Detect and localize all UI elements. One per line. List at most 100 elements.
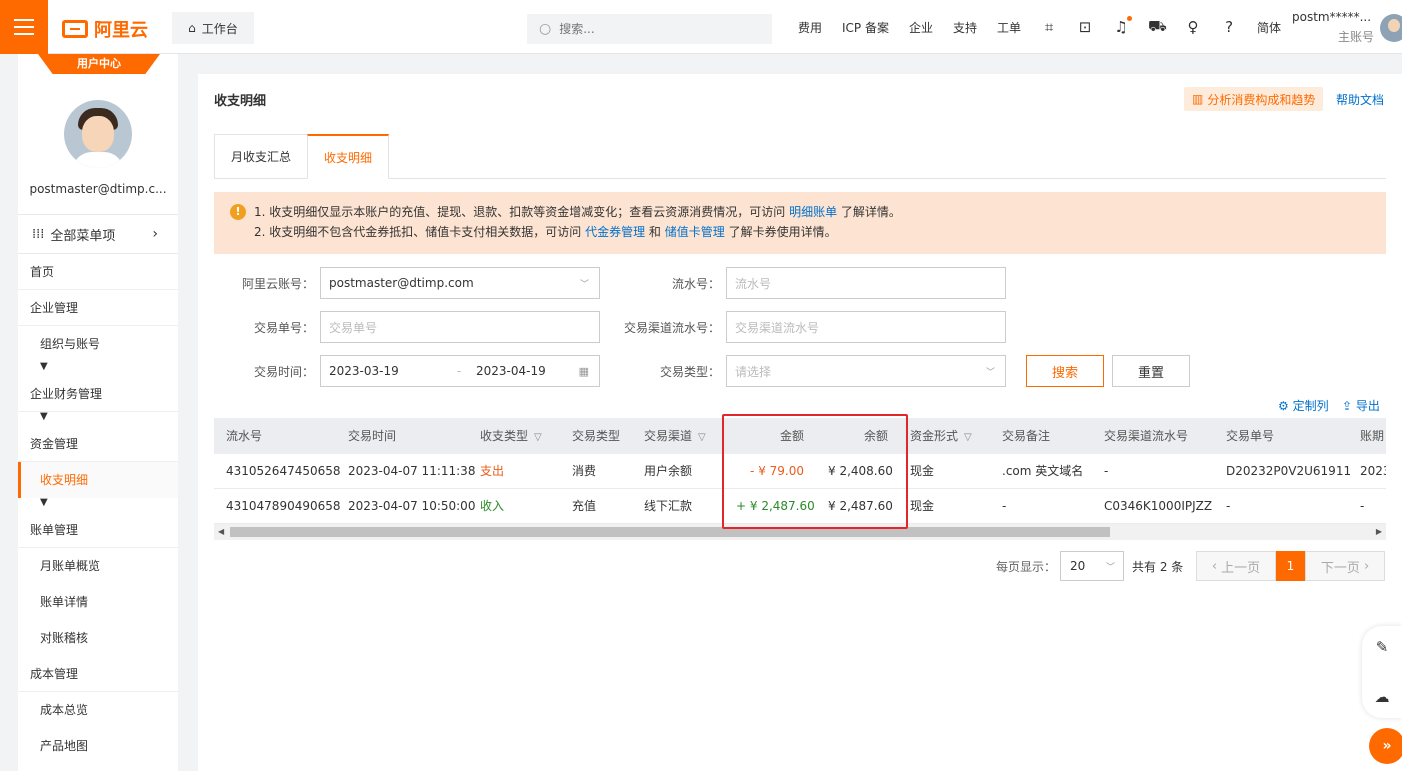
search-input[interactable] bbox=[559, 22, 740, 36]
chevron-left-icon: ‹ bbox=[1211, 558, 1222, 574]
channel-serial-input[interactable]: 交易渠道流水号 bbox=[726, 311, 1006, 343]
nav-support[interactable]: 支持 bbox=[953, 19, 977, 36]
filing-icon[interactable]: ⌗ bbox=[1040, 18, 1058, 36]
nav-fees[interactable]: 费用 bbox=[798, 19, 822, 36]
page-size-select[interactable]: 20 ﹀ bbox=[1060, 551, 1124, 581]
row-channel: 用户余额 bbox=[644, 464, 693, 478]
notice-text: 了解卡券使用详情。 bbox=[724, 225, 837, 239]
voucher-link[interactable]: 代金券管理 bbox=[585, 225, 645, 239]
sidebar-item-billing[interactable]: 账单管理 bbox=[18, 512, 178, 548]
language-switch[interactable]: 简体 bbox=[1257, 19, 1281, 36]
row-trade-type: 充值 bbox=[572, 499, 597, 513]
all-menu-button[interactable]: ⁞⁞⁞ 全部菜单项 › bbox=[18, 214, 178, 254]
aliyun-logo-icon bbox=[62, 20, 88, 38]
lightbulb-icon[interactable]: ♀ bbox=[1184, 18, 1202, 36]
sidebar-item-product-map[interactable]: 产品地图 bbox=[18, 728, 178, 764]
global-search[interactable]: ○ bbox=[527, 14, 772, 44]
nav-icp[interactable]: ICP 备案 bbox=[842, 19, 889, 36]
row-balance: ¥ 2,408.60 bbox=[828, 464, 893, 478]
workbench-button[interactable]: ⌂ 工作台 bbox=[172, 12, 254, 44]
scroll-right-icon[interactable]: ▶ bbox=[1376, 524, 1382, 540]
notice-text: 2. 收支明细不包含代金券抵扣、储值卡支付相关数据，可访问 bbox=[254, 225, 586, 239]
stored-card-link[interactable]: 储值卡管理 bbox=[665, 225, 725, 239]
row-channel-serial: C0346K1000IPJZZ bbox=[1104, 499, 1213, 513]
help-icon[interactable]: ? bbox=[1220, 18, 1238, 36]
row-balance: ¥ 2,487.60 bbox=[828, 499, 893, 513]
account-name: postm*****... bbox=[1292, 10, 1372, 24]
sidebar-item-enterprise-finance[interactable]: 企业财务管理 bbox=[18, 376, 178, 412]
nav-ticket[interactable]: 工单 bbox=[997, 19, 1021, 36]
edit-icon[interactable]: ✎ bbox=[1362, 638, 1402, 656]
analyze-trend-button[interactable]: ▥ 分析消费构成和趋势 bbox=[1184, 87, 1324, 111]
user-menu[interactable]: postm*****... 主账号 bbox=[1292, 10, 1374, 45]
serial-input[interactable]: 流水号 bbox=[726, 267, 1006, 299]
sidebar-item-monthly-bill[interactable]: 月账单概览 bbox=[18, 548, 178, 584]
date-end[interactable]: 2023-04-19 bbox=[476, 364, 546, 378]
page-title: 收支明细 bbox=[214, 94, 267, 109]
sidebar-item-enterprise[interactable]: 企业管理 bbox=[18, 290, 178, 326]
prev-page-button[interactable]: ‹ 上一页 bbox=[1196, 551, 1276, 581]
scrollbar-thumb[interactable] bbox=[230, 527, 1110, 537]
col-fund-type[interactable]: 资金形式 ▽ bbox=[898, 418, 984, 454]
tab-income-expense-detail[interactable]: 收支明细 bbox=[307, 134, 390, 179]
help-docs-link[interactable]: 帮助文档 bbox=[1336, 91, 1384, 108]
user-center-tab: 用户中心 bbox=[38, 54, 160, 74]
date-start[interactable]: 2023-03-19 bbox=[329, 364, 399, 378]
home-icon: ⌂ bbox=[188, 21, 196, 35]
next-page-button[interactable]: 下一页 › bbox=[1305, 551, 1385, 581]
customize-columns-button[interactable]: ⚙ 定制列 bbox=[1278, 397, 1329, 414]
sidebar-item-reconciliation[interactable]: 对账稽核 bbox=[18, 620, 178, 656]
notice-text: 和 bbox=[645, 225, 665, 239]
account-role: 主账号 bbox=[1337, 30, 1374, 44]
filter-icon[interactable]: ▽ bbox=[698, 432, 706, 443]
page-size-value: 20 bbox=[1070, 559, 1086, 573]
caret-down-icon[interactable]: ▼ bbox=[18, 412, 178, 426]
caret-down-icon[interactable]: ▼ bbox=[18, 362, 178, 376]
expand-button[interactable]: » bbox=[1369, 728, 1402, 764]
export-button[interactable]: ⇪ 导出 bbox=[1342, 397, 1380, 414]
type-select[interactable]: 请选择 ﹀ bbox=[726, 355, 1006, 387]
account-select[interactable]: postmaster@dtimp.com ﹀ bbox=[320, 267, 600, 299]
caret-down-icon[interactable]: ▼ bbox=[18, 498, 178, 512]
floating-toolbar: ✎ ☁ bbox=[1362, 626, 1402, 718]
row-order: - bbox=[1226, 499, 1231, 513]
row-time: 2023-04-07 11:11:38 bbox=[348, 464, 476, 478]
sidebar-item-income-expense[interactable]: 收支明细 bbox=[18, 462, 178, 498]
col-channel[interactable]: 交易渠道 ▽ bbox=[632, 418, 718, 454]
detail-bill-link[interactable]: 明细账单 bbox=[789, 205, 837, 219]
date-range-picker[interactable]: 2023-03-19 - 2023-04-19 ▦ bbox=[320, 355, 600, 387]
filter-icon[interactable]: ▽ bbox=[534, 432, 542, 443]
row-period: - bbox=[1360, 499, 1365, 513]
bell-icon[interactable]: ♫ bbox=[1112, 16, 1133, 36]
aliyun-logo[interactable]: 阿里云 bbox=[62, 16, 148, 42]
col-period: 账期 bbox=[1360, 429, 1385, 443]
horizontal-scrollbar[interactable]: ◀ ▶ bbox=[214, 524, 1386, 540]
sidebar-item-home[interactable]: 首页 bbox=[18, 254, 178, 290]
top-avatar[interactable] bbox=[1380, 14, 1402, 42]
cart-icon[interactable]: ⛟ bbox=[1148, 17, 1167, 37]
current-page[interactable]: 1 bbox=[1276, 551, 1305, 581]
transactions-table: 流水号 交易时间 收支类型 ▽ 交易类型 交易渠道 ▽ 金额 余额 资金形式 ▽ 交易… bbox=[214, 418, 1386, 542]
search-button[interactable]: 搜索 bbox=[1026, 355, 1104, 387]
tab-bar: 月收支汇总 收支明细 bbox=[214, 134, 1386, 179]
reset-button[interactable]: 重置 bbox=[1112, 355, 1190, 387]
sidebar-item-cost[interactable]: 成本管理 bbox=[18, 656, 178, 692]
search-icon: ○ bbox=[539, 21, 552, 37]
sidebar-item-bill-detail[interactable]: 账单详情 bbox=[18, 584, 178, 620]
sidebar-item-org-account[interactable]: 组织与账号 bbox=[18, 326, 178, 362]
sidebar-item-funds[interactable]: 资金管理 bbox=[18, 426, 178, 462]
filter-icon[interactable]: ▽ bbox=[964, 432, 972, 443]
analyze-label: 分析消费构成和趋势 bbox=[1207, 92, 1316, 107]
avatar[interactable] bbox=[64, 100, 132, 168]
hamburger-menu-button[interactable] bbox=[0, 0, 48, 54]
sidebar-item-cost-overview[interactable]: 成本总览 bbox=[18, 692, 178, 728]
cloud-icon[interactable]: ☁ bbox=[1362, 688, 1402, 706]
terminal-icon[interactable]: ⊡ bbox=[1076, 18, 1094, 36]
scroll-left-icon[interactable]: ◀ bbox=[218, 524, 224, 540]
tab-monthly-summary[interactable]: 月收支汇总 bbox=[214, 134, 308, 179]
chart-icon: ▥ bbox=[1192, 92, 1204, 106]
order-input[interactable]: 交易单号 bbox=[320, 311, 600, 343]
nav-enterprise[interactable]: 企业 bbox=[909, 19, 933, 36]
page-size-label: 每页显示： bbox=[996, 560, 1057, 574]
col-flow-type[interactable]: 收支类型 ▽ bbox=[468, 418, 554, 454]
